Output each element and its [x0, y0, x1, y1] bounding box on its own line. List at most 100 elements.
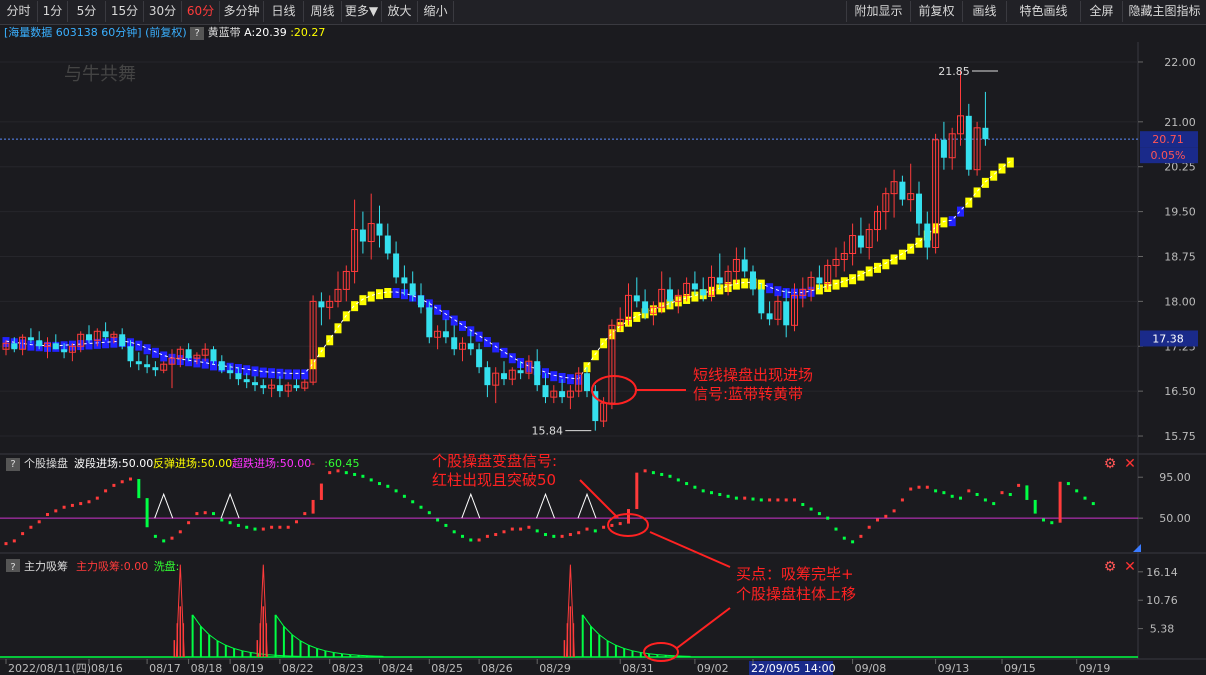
- x-tick-label: 2022/08/11(四): [8, 662, 91, 675]
- candle-body: [716, 277, 723, 284]
- candle-body: [633, 295, 640, 302]
- help-icon[interactable]: ?: [190, 27, 205, 40]
- annotation-text: 短线操盘出现进场: [693, 366, 813, 384]
- y-tick-label: 21.00: [1164, 116, 1196, 129]
- help-icon: ?: [10, 562, 15, 573]
- candle-body: [750, 271, 756, 290]
- toolbar-button[interactable]: 画线: [962, 1, 1006, 22]
- toolbar-button[interactable]: 前复权: [910, 1, 962, 22]
- candle-body: [916, 193, 922, 224]
- adjust-label[interactable]: (前复权): [145, 26, 187, 39]
- candle-body: [476, 349, 483, 368]
- indicator-dot: [527, 525, 531, 529]
- candle-body: [11, 343, 18, 350]
- band-block: [998, 163, 1006, 174]
- indicator-dot: [70, 503, 74, 507]
- period-button[interactable]: 周线: [304, 1, 342, 22]
- band-block: [317, 347, 325, 358]
- indicator-dot: [79, 502, 83, 506]
- indicator-dot: [593, 529, 597, 533]
- indicator-dot: [776, 498, 780, 502]
- indicator-bar: [137, 479, 141, 499]
- price-marker-label: 17.38: [1152, 332, 1184, 345]
- indicator-dot: [87, 500, 91, 504]
- band-block: [359, 295, 367, 306]
- indicator-dot: [54, 509, 58, 513]
- indicator-dot: [444, 523, 448, 527]
- toolbar-button[interactable]: 附加显示: [846, 1, 910, 22]
- y-tick-label: 18.00: [1164, 295, 1196, 308]
- indicator-legend: 波段进场:50.00: [74, 456, 153, 470]
- low-price-label: 15.84: [532, 425, 564, 438]
- period-button[interactable]: 缩小: [418, 1, 454, 22]
- candle-body: [559, 391, 566, 398]
- indicator-legend: -: [311, 457, 315, 470]
- period-button[interactable]: 60分: [182, 1, 220, 22]
- candle-body: [409, 283, 416, 296]
- candle-body: [119, 334, 126, 347]
- toolbar-button[interactable]: 隐藏主图指标: [1122, 1, 1206, 22]
- period-button[interactable]: 日线: [264, 1, 304, 22]
- candle-body: [783, 301, 790, 326]
- band-block: [566, 374, 574, 385]
- indicator-dot: [726, 494, 730, 498]
- candle-body: [152, 367, 159, 371]
- band-block: [392, 287, 400, 298]
- x-tick-label: 08/29: [539, 662, 571, 675]
- annotation-text: 个股操盘变盘信号:: [432, 452, 557, 470]
- band-block: [981, 177, 989, 188]
- indicator-dot: [959, 496, 962, 500]
- candle-body: [293, 385, 300, 389]
- close-icon[interactable]: ✕: [1124, 456, 1136, 472]
- indicator-dot: [983, 498, 987, 502]
- indicator-dot: [651, 471, 655, 475]
- stock-title[interactable]: [海量数据 603138 60分钟]: [4, 26, 142, 39]
- indicator-dot: [469, 538, 473, 542]
- indicator-dot: [112, 483, 116, 487]
- period-button[interactable]: 15分: [106, 1, 144, 22]
- y-tick-label: 19.50: [1164, 206, 1196, 219]
- close-icon[interactable]: ✕: [1124, 559, 1136, 575]
- indicator-dot: [220, 518, 224, 522]
- indicator-dot: [842, 536, 846, 540]
- candle-body: [982, 127, 989, 140]
- period-button[interactable]: 1分: [38, 1, 68, 22]
- indicator-dot: [485, 534, 489, 538]
- band-block: [898, 249, 906, 260]
- indicator-dot: [876, 518, 879, 522]
- period-button[interactable]: 30分: [144, 1, 182, 22]
- indicator-dot: [295, 520, 298, 524]
- indicator-dot: [120, 480, 124, 484]
- settings-icon[interactable]: ⚙: [1104, 456, 1117, 472]
- band-block: [832, 279, 840, 290]
- indicator-dot: [602, 525, 606, 529]
- x-tick-label: 08/24: [382, 662, 414, 675]
- band-block: [973, 187, 981, 198]
- candle-body: [691, 283, 698, 290]
- candle-body: [243, 379, 250, 383]
- period-button[interactable]: 放大: [382, 1, 418, 22]
- period-button[interactable]: 更多▼: [342, 1, 382, 22]
- indicator-dot: [826, 516, 830, 520]
- x-tick-label: 09/15: [1004, 662, 1036, 675]
- band-block: [907, 243, 915, 254]
- period-button[interactable]: 多分钟: [220, 1, 264, 22]
- indicator-dot: [37, 520, 41, 524]
- period-button[interactable]: 分时: [0, 1, 38, 22]
- candle-body: [584, 373, 590, 392]
- indicator-dot: [701, 489, 705, 493]
- settings-icon[interactable]: ⚙: [1104, 559, 1117, 575]
- indicator-dot: [859, 534, 863, 538]
- band-block: [492, 342, 500, 353]
- help-icon: ?: [10, 459, 15, 470]
- band-block: [1006, 157, 1014, 168]
- chart-area[interactable]: 与牛共舞22.0021.0020.2519.5018.7518.0017.251…: [0, 42, 1206, 675]
- toolbar-button[interactable]: 全屏: [1080, 1, 1122, 22]
- toolbar-button[interactable]: 特色画线: [1006, 1, 1080, 22]
- indicator-dot: [153, 534, 157, 538]
- indicator-dot: [809, 507, 813, 511]
- candle-body: [218, 361, 225, 371]
- indicator-dot: [270, 525, 274, 529]
- annotation-text: 买点：吸筹完毕+: [736, 565, 854, 583]
- period-button[interactable]: 5分: [68, 1, 106, 22]
